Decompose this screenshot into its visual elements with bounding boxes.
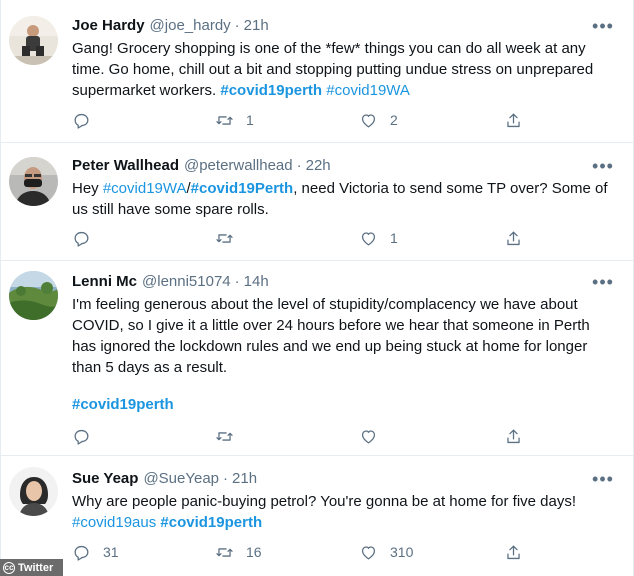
reply-button[interactable] <box>72 108 103 132</box>
like-icon <box>361 113 376 127</box>
display-name[interactable]: Joe Hardy <box>72 17 145 34</box>
retweet-icon <box>216 547 233 557</box>
separator-dot: · <box>234 16 240 34</box>
timestamp[interactable]: 21h <box>232 470 257 487</box>
reply-icon <box>74 113 89 129</box>
watermark-text: Twitter <box>18 561 54 574</box>
share-button[interactable] <box>504 226 523 250</box>
share-icon <box>507 429 520 443</box>
timestamp[interactable]: 14h <box>244 273 269 290</box>
separator-dot: · <box>296 156 302 174</box>
reply-icon <box>74 231 89 247</box>
reply-count: 31 <box>103 544 119 560</box>
like-count: 1 <box>390 230 398 246</box>
like-count: 310 <box>390 544 414 560</box>
tweet-actions: 1 <box>72 226 542 250</box>
separator-dot: · <box>223 469 229 487</box>
tweet[interactable]: Joe Hardy @joe_hardy · 21h ••• Gang! Gro… <box>1 0 633 143</box>
reply-button[interactable]: 31 <box>72 540 119 564</box>
share-icon <box>507 545 520 559</box>
separator-dot: · <box>234 272 240 290</box>
tweet-text: Why are people panic-buying petrol? You'… <box>72 491 617 533</box>
hashtag-link[interactable]: #covid19aus <box>72 514 156 531</box>
retweet-button[interactable] <box>215 424 246 448</box>
hashtag-link[interactable]: #covid19WA <box>326 82 410 99</box>
more-icon[interactable]: ••• <box>591 16 615 36</box>
tweet-text: Gang! Grocery shopping is one of the *fe… <box>72 38 617 101</box>
retweet-icon <box>216 233 233 243</box>
more-icon[interactable]: ••• <box>591 156 615 176</box>
like-button[interactable]: 2 <box>359 108 398 132</box>
share-button[interactable] <box>504 424 523 448</box>
retweet-icon <box>216 431 233 441</box>
like-button[interactable] <box>359 424 390 448</box>
tweet-text: I'm feeling generous about the level of … <box>72 294 617 378</box>
tweet-header: Joe Hardy @joe_hardy · 21h <box>72 14 269 36</box>
share-icon <box>507 231 520 245</box>
like-button[interactable]: 310 <box>359 540 413 564</box>
retweet-button[interactable]: 1 <box>215 108 254 132</box>
avatar[interactable] <box>9 16 58 65</box>
tweet-text-prefix: Hey <box>72 180 103 197</box>
tweet-actions: 1 2 <box>72 108 542 132</box>
hashtag-link[interactable]: #covid19perth <box>220 82 322 99</box>
user-handle[interactable]: @peterwallhead <box>184 157 293 174</box>
like-count: 2 <box>390 112 398 128</box>
copyright-icon: cc <box>3 561 15 574</box>
reply-icon <box>74 429 89 445</box>
user-handle[interactable]: @joe_hardy <box>150 17 231 34</box>
tweet-header: Sue Yeap @SueYeap · 21h <box>72 467 257 489</box>
tweet-hashtags: #covid19perth <box>72 394 617 415</box>
share-button[interactable] <box>504 108 523 132</box>
display-name[interactable]: Lenni Mc <box>72 273 137 290</box>
reply-button[interactable] <box>72 424 103 448</box>
user-handle[interactable]: @lenni51074 <box>142 273 231 290</box>
tweet[interactable]: Sue Yeap @SueYeap · 21h ••• Why are peop… <box>1 456 633 576</box>
reply-icon <box>74 545 89 561</box>
tweet-header: Lenni Mc @lenni51074 · 14h <box>72 270 269 292</box>
share-icon <box>507 113 520 127</box>
tweet-text: Hey #covid19WA/#covid19Perth, need Victo… <box>72 178 617 220</box>
tweet-actions <box>72 424 542 448</box>
tweet-text-main: I'm feeling generous about the level of … <box>72 296 590 376</box>
source-watermark: cc Twitter <box>0 559 63 576</box>
like-icon <box>361 545 376 559</box>
hashtag-link[interactable]: #covid19Perth <box>191 180 294 197</box>
avatar[interactable] <box>9 467 58 516</box>
retweet-button[interactable] <box>215 226 246 250</box>
display-name[interactable]: Sue Yeap <box>72 470 138 487</box>
like-icon <box>361 429 376 443</box>
timestamp[interactable]: 21h <box>244 17 269 34</box>
tweet-text-main: Why are people panic-buying petrol? You'… <box>72 493 577 510</box>
more-icon[interactable]: ••• <box>591 469 615 489</box>
tweet[interactable]: Peter Wallhead @peterwallhead · 22h ••• … <box>1 143 633 261</box>
avatar[interactable] <box>9 157 58 206</box>
tweet-feed: Joe Hardy @joe_hardy · 21h ••• Gang! Gro… <box>0 0 634 576</box>
retweet-count: 16 <box>246 544 262 560</box>
hashtag-link[interactable]: #covid19perth <box>72 396 174 413</box>
user-handle[interactable]: @SueYeap <box>143 470 219 487</box>
retweet-button[interactable]: 16 <box>215 540 262 564</box>
like-icon <box>361 231 376 245</box>
timestamp[interactable]: 22h <box>306 157 331 174</box>
display-name[interactable]: Peter Wallhead <box>72 157 179 174</box>
more-icon[interactable]: ••• <box>591 272 615 292</box>
reply-button[interactable] <box>72 226 103 250</box>
hashtag-link[interactable]: #covid19perth <box>160 514 262 531</box>
avatar[interactable] <box>9 271 58 320</box>
retweet-icon <box>216 115 233 125</box>
tweet-header: Peter Wallhead @peterwallhead · 22h <box>72 154 331 176</box>
retweet-count: 1 <box>246 112 254 128</box>
hashtag-link[interactable]: #covid19WA <box>103 180 187 197</box>
tweet[interactable]: Lenni Mc @lenni51074 · 14h ••• I'm feeli… <box>1 261 633 456</box>
like-button[interactable]: 1 <box>359 226 398 250</box>
share-button[interactable] <box>504 540 523 564</box>
tweet-actions: 31 16 310 <box>72 540 542 564</box>
